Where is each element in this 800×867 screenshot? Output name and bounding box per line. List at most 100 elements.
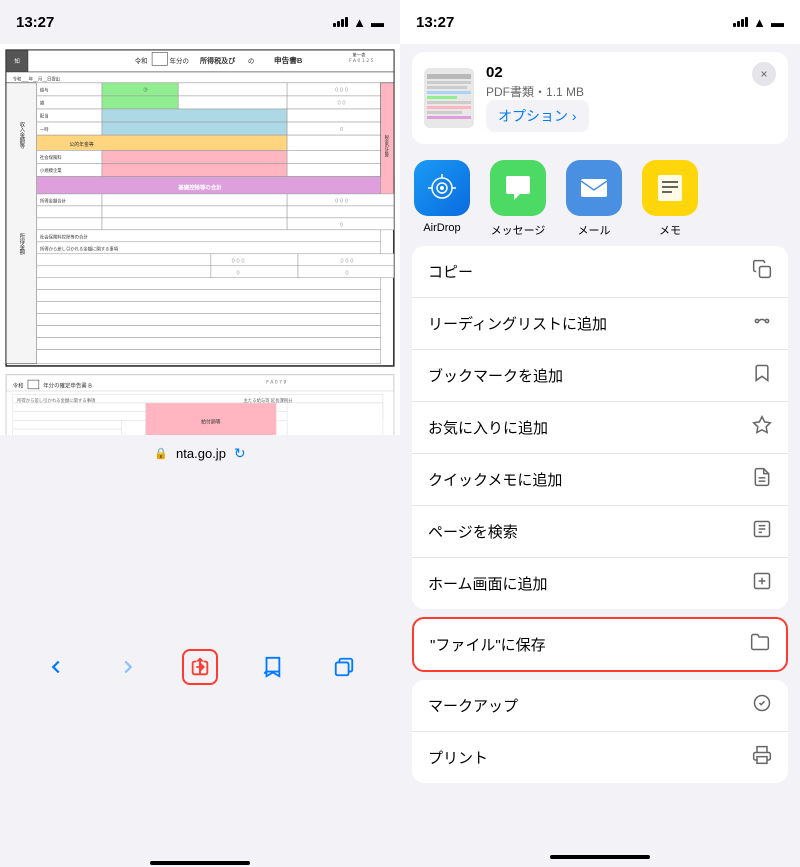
- quick-note-icon: [752, 467, 772, 492]
- pdf-viewer: 知 令和 年分の 所得税及び の 申告書B 第一表 ＦＡ０１２５ 令和___年_…: [0, 44, 400, 435]
- home-screen-icon: [752, 571, 772, 596]
- svg-text:知: 知: [14, 57, 19, 65]
- action-group-save-files: "ファイル"に保存: [412, 617, 788, 672]
- save-files-label: "ファイル"に保存: [430, 634, 546, 655]
- home-screen-label: ホーム画面に追加: [428, 573, 548, 594]
- signal-icon-right: [733, 17, 748, 27]
- svg-text:雑: 雑: [40, 100, 45, 107]
- svg-text:の: の: [248, 58, 255, 65]
- action-copy[interactable]: コピー: [412, 246, 788, 298]
- status-icons-right: ▲ ▬: [733, 15, 784, 30]
- action-markup[interactable]: マークアップ: [412, 680, 788, 732]
- svg-text:ＦＡ０７９: ＦＡ０７９: [265, 379, 287, 384]
- wifi-icon: ▲: [353, 15, 366, 30]
- action-group-2: マークアップ プリント: [412, 680, 788, 783]
- close-sheet-button[interactable]: ×: [752, 62, 776, 86]
- bookmarks-button[interactable]: [254, 649, 290, 685]
- svg-text:配当: 配当: [40, 113, 49, 120]
- home-indicator-left: [0, 862, 400, 867]
- file-meta: PDF書類・1.1 MB: [486, 83, 776, 100]
- copy-label: コピー: [428, 261, 473, 282]
- action-save-files[interactable]: "ファイル"に保存: [414, 619, 786, 670]
- svg-text:令和: 令和: [13, 382, 24, 390]
- share-app-airdrop[interactable]: AirDrop: [412, 160, 472, 238]
- find-label: ページを検索: [428, 521, 518, 542]
- svg-text:令和: 令和: [135, 56, 148, 65]
- reading-list-label: リーディングリストに追加: [428, 313, 607, 334]
- signal-icon: [333, 17, 348, 27]
- action-list: コピー リーディングリストに追加: [412, 246, 788, 847]
- svg-text:０００: ０００: [231, 259, 246, 265]
- action-print[interactable]: プリント: [412, 732, 788, 783]
- save-files-icon: [750, 632, 770, 657]
- svg-text:令和___年__月__日提出: 令和___年__月__日提出: [13, 76, 60, 83]
- bookmark-label: ブックマークを追加: [428, 365, 563, 386]
- svg-text:０００: ０００: [334, 88, 349, 94]
- battery-icon-right: ▬: [771, 15, 784, 30]
- options-button[interactable]: オプション ›: [486, 100, 589, 132]
- favorites-icon: [752, 415, 772, 440]
- svg-text:㋐: ㋐: [143, 87, 148, 94]
- time-left: 13:27: [16, 14, 54, 31]
- svg-text:所得金額合計: 所得金額合計: [40, 198, 67, 205]
- tabs-button[interactable]: [326, 649, 362, 685]
- notes-label: メモ: [659, 222, 681, 238]
- file-thumbnail: [424, 68, 474, 128]
- mail-label: メール: [578, 222, 611, 238]
- markup-label: マークアップ: [428, 695, 518, 716]
- action-quick-note[interactable]: クイックメモに追加: [412, 454, 788, 506]
- share-app-mail[interactable]: メール: [564, 160, 624, 238]
- svg-text:給付額等: 給付額等: [201, 419, 221, 426]
- share-sheet: 02 PDF書類・1.1 MB オプション › ×: [400, 44, 800, 867]
- file-name: 02: [486, 64, 776, 81]
- svg-text:公的年金等: 公的年金等: [69, 141, 93, 148]
- file-info: 02 PDF書類・1.1 MB オプション ›: [486, 64, 776, 132]
- right-panel: 13:27 ▲ ▬: [400, 0, 800, 867]
- url-bar: 🔒 nta.go.jp ↻: [0, 435, 400, 471]
- svg-text:一時: 一時: [40, 127, 49, 132]
- svg-text:００: ００: [337, 101, 347, 107]
- action-find[interactable]: ページを検索: [412, 506, 788, 558]
- status-icons-left: ▲ ▬: [333, 15, 384, 30]
- back-button[interactable]: [38, 649, 74, 685]
- action-group-1: コピー リーディングリストに追加: [412, 246, 788, 609]
- bookmark-icon: [752, 363, 772, 388]
- action-bookmark[interactable]: ブックマークを追加: [412, 350, 788, 402]
- airdrop-label: AirDrop: [423, 222, 460, 234]
- action-reading-list[interactable]: リーディングリストに追加: [412, 298, 788, 350]
- tax-form-svg: 知 令和 年分の 所得税及び の 申告書B 第一表 ＦＡ０１２５ 令和___年_…: [4, 48, 396, 435]
- airdrop-icon: [414, 160, 470, 216]
- svg-text:基礎控除等の合計: 基礎控除等の合計: [177, 184, 222, 192]
- share-app-notes[interactable]: メモ: [640, 160, 700, 238]
- svg-text:０: ０: [345, 270, 350, 276]
- quick-note-label: クイックメモに追加: [428, 469, 562, 490]
- share-button[interactable]: [182, 649, 218, 685]
- favorites-label: お気に入りに追加: [428, 417, 548, 438]
- svg-text:社会保険料控除等の合計: 社会保険料控除等の合計: [40, 234, 88, 241]
- svg-text:年分の確定申告書 B: 年分の確定申告書 B: [43, 382, 92, 390]
- share-apps-row: AirDrop メッセージ メール: [400, 152, 800, 246]
- status-bar-left: 13:27 ▲ ▬: [0, 0, 400, 44]
- print-label: プリント: [428, 747, 488, 768]
- svg-text:社会保険料: 社会保険料: [40, 154, 62, 161]
- svg-text:０: ０: [339, 223, 344, 229]
- time-right: 13:27: [416, 14, 454, 31]
- svg-text:０００: ０００: [334, 199, 349, 205]
- action-favorites[interactable]: お気に入りに追加: [412, 402, 788, 454]
- reload-icon[interactable]: ↻: [234, 445, 246, 462]
- forward-button[interactable]: [110, 649, 146, 685]
- svg-text:０００: ０００: [340, 259, 355, 265]
- share-app-messages[interactable]: メッセージ: [488, 160, 548, 238]
- battery-icon: ▬: [371, 15, 384, 30]
- reading-list-icon: [752, 311, 772, 336]
- url-text[interactable]: nta.go.jp: [176, 446, 226, 461]
- svg-text:給与: 給与: [40, 87, 49, 94]
- wifi-icon-right: ▲: [753, 15, 766, 30]
- action-home-screen[interactable]: ホーム画面に追加: [412, 558, 788, 609]
- svg-text:収入金額等: 収入金額等: [18, 121, 25, 149]
- svg-text:所得税及び: 所得税及び: [200, 56, 236, 65]
- file-preview-card: 02 PDF書類・1.1 MB オプション › ×: [412, 52, 788, 144]
- svg-text:小規模企業: 小規模企業: [40, 167, 62, 174]
- lock-icon: 🔒: [154, 447, 168, 460]
- mail-icon: [566, 160, 622, 216]
